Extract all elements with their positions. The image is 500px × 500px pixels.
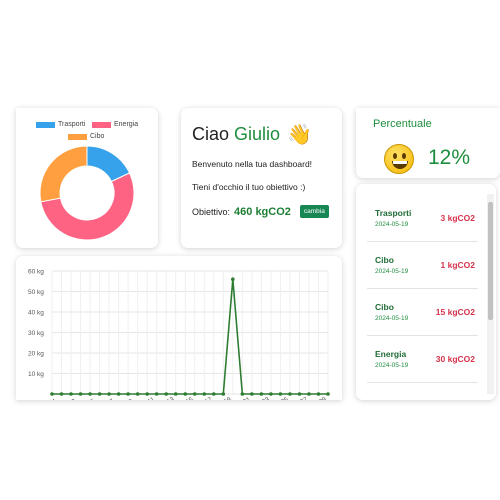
data-point[interactable]: [164, 392, 169, 396]
greeting: Ciao Giulio 👋: [192, 122, 331, 147]
x-tick-label: 29: [318, 396, 328, 400]
data-point[interactable]: [316, 392, 321, 396]
x-tick-label: 9: [128, 398, 135, 400]
data-point[interactable]: [78, 392, 83, 396]
entry-amount: 3 kgCO2: [440, 213, 476, 223]
emissions-line-chart: 10 kg20 kg30 kg40 kg50 kg60 kg1357911131…: [28, 269, 330, 400]
data-point[interactable]: [173, 392, 178, 396]
x-tick-label: 21: [242, 396, 252, 400]
y-tick-label: 50 kg: [28, 289, 44, 296]
data-point[interactable]: [240, 392, 245, 396]
percentage-title: Percentuale: [373, 118, 432, 130]
x-tick-label: 27: [299, 396, 309, 400]
y-tick-label: 10 kg: [28, 371, 44, 378]
data-point[interactable]: [116, 392, 121, 396]
data-point[interactable]: [183, 392, 188, 396]
x-tick-label: 11: [147, 396, 157, 400]
donut-chart: [39, 145, 135, 241]
data-point[interactable]: [250, 392, 254, 396]
y-tick-label: 30 kg: [28, 330, 44, 337]
data-point[interactable]: [297, 392, 302, 396]
x-tick-label: 3: [71, 398, 78, 400]
greeting-text: Ciao: [192, 124, 230, 144]
data-point[interactable]: [278, 392, 283, 396]
entry-category: Cibo: [375, 302, 394, 312]
list-scrollbar-thumb[interactable]: [488, 202, 493, 320]
list-item[interactable]: Cibo 2024-05-19 1 kgCO2: [367, 243, 478, 289]
entry-date: 2024-05-19: [375, 362, 409, 369]
percentage-value: 12%: [428, 146, 471, 169]
dashboard: Trasporti Energia Cibo Ciao Giulio 👋 Ben…: [0, 0, 500, 500]
entry-category: Cibo: [375, 255, 394, 265]
donut-slice-cibo[interactable]: [39, 145, 88, 203]
waving-hand-icon: 👋: [287, 124, 312, 146]
x-tick-label: 19: [223, 396, 233, 400]
entry-category: Energia: [375, 349, 407, 359]
change-goal-button[interactable]: cambia: [299, 205, 329, 218]
entry-amount: 30 kgCO2: [435, 354, 475, 364]
x-tick-label: 13: [166, 396, 176, 400]
data-point[interactable]: [154, 392, 159, 396]
data-point[interactable]: [288, 392, 292, 396]
entry-date: 2024-05-19: [375, 268, 409, 275]
welcome-message: Benvenuto nella tua dashboard!: [192, 159, 313, 169]
data-point[interactable]: [135, 392, 140, 396]
entry-amount: 15 kgCO2: [435, 307, 475, 317]
welcome-card: Ciao Giulio 👋 Benvenuto nella tua dashbo…: [181, 108, 342, 248]
list-item[interactable]: Energia 2024-05-19 30 kgCO2: [367, 337, 478, 383]
data-point[interactable]: [88, 392, 92, 396]
data-point[interactable]: [326, 392, 330, 396]
data-point[interactable]: [259, 392, 264, 396]
category-donut-card: Trasporti Energia Cibo: [16, 108, 158, 248]
data-point[interactable]: [192, 392, 197, 396]
series-line: [52, 279, 328, 395]
goal-label: Obiettivo:: [192, 206, 231, 217]
x-tick-label: 23: [261, 396, 271, 400]
user-name: Giulio: [234, 124, 281, 144]
x-tick-label: 15: [185, 396, 195, 400]
data-point[interactable]: [202, 392, 207, 396]
list-item[interactable]: Cibo 2024-05-19 15 kgCO2: [367, 290, 478, 336]
entry-date: 2024-05-19: [375, 221, 409, 228]
data-point[interactable]: [307, 392, 311, 396]
data-point[interactable]: [59, 392, 64, 396]
data-point[interactable]: [269, 392, 273, 396]
list-item[interactable]: Trasporti 2024-05-19 3 kgCO2: [367, 196, 478, 242]
data-point[interactable]: [126, 392, 130, 396]
percentage-card: Percentuale 12%: [356, 108, 500, 178]
data-point[interactable]: [221, 392, 226, 396]
y-tick-label: 20 kg: [28, 351, 44, 358]
entry-date: 2024-05-19: [375, 315, 409, 322]
data-point[interactable]: [211, 392, 216, 396]
data-point[interactable]: [50, 392, 54, 396]
data-point[interactable]: [97, 392, 102, 396]
entry-category: Trasporti: [375, 208, 412, 218]
x-tick-label: 17: [204, 396, 214, 400]
goal-row: Obiettivo: 460 kgCO2 cambia: [192, 205, 331, 218]
entry-amount: 1 kgCO2: [440, 260, 476, 270]
emissions-line-chart-card: 10 kg20 kg30 kg40 kg50 kg60 kg1357911131…: [16, 256, 342, 400]
data-point[interactable]: [231, 277, 235, 281]
data-point[interactable]: [69, 392, 73, 396]
y-tick-label: 60 kg: [28, 269, 44, 276]
goal-reminder: Tieni d'occhio il tuo obiettivo :): [192, 182, 306, 192]
data-point[interactable]: [107, 392, 111, 396]
x-tick-label: 1: [52, 398, 59, 400]
x-tick-label: 5: [90, 398, 97, 400]
y-tick-label: 40 kg: [28, 310, 44, 317]
data-point[interactable]: [145, 392, 149, 396]
emissions-list-card: Trasporti 2024-05-19 3 kgCO2 Cibo 2024-0…: [356, 184, 496, 400]
x-tick-label: 7: [109, 398, 116, 400]
goal-value: 460 kgCO2: [234, 205, 291, 218]
x-tick-label: 25: [280, 396, 290, 400]
grinning-face-icon: [384, 144, 414, 174]
